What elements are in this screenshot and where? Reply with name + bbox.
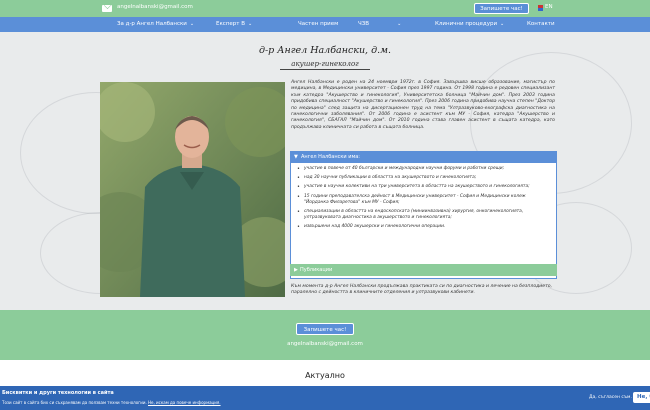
cookie-banner: Бисквитки и други технологии в сайта Тоз…: [0, 386, 650, 410]
nav-item-label: Клинични процедури: [435, 21, 498, 27]
doctor-photo: [100, 82, 285, 297]
list-item: участие в повече от 40 български и между…: [296, 166, 551, 172]
closing-note: Към момента д-р Ангел Налбански продължа…: [291, 284, 553, 296]
top-email-link[interactable]: angelnalbanski@gmail.com: [117, 4, 193, 10]
mail-icon: [102, 5, 112, 12]
nav-item-expert[interactable]: Експерт В ⌄: [216, 17, 252, 32]
cookie-title: Бисквитки и други технологии в сайта: [2, 390, 114, 396]
language-switch[interactable]: EN: [545, 4, 553, 10]
list-item: извършени над 4000 акушерски и гинеколог…: [296, 224, 551, 230]
achievements-list: участие в повече от 40 български и между…: [296, 166, 551, 234]
news-heading: Актуално: [305, 371, 345, 380]
list-item: над 30 научни публикации в областта на а…: [296, 175, 551, 181]
doctor-name: д-р Ангел Налбански, д.м.: [258, 45, 392, 56]
flag-icon[interactable]: [538, 5, 543, 11]
list-item: специализации в областта на ендоскопскат…: [296, 209, 551, 221]
cookie-agree-button[interactable]: Не, б: [633, 392, 650, 403]
nav-item-contacts[interactable]: Контакти: [527, 17, 555, 32]
chevron-right-icon: ▶: [294, 267, 298, 273]
book-appointment-button-secondary[interactable]: Запишете час!: [296, 323, 354, 335]
main-nav: За д-р Ангел Налбански ⌄ Експерт В ⌄ Часте…: [0, 17, 650, 32]
publications-accordion[interactable]: ▶ Публикации: [290, 264, 557, 276]
nav-item-label: За д-р Ангел Налбански: [117, 21, 187, 27]
heading-underline: [280, 69, 370, 70]
achievements-panel: ▼ Ангел Налбански има: участие в повече …: [290, 151, 557, 279]
book-appointment-button[interactable]: Запишете час!: [474, 3, 529, 14]
nav-item-procedures[interactable]: Клинични процедури ⌄: [435, 17, 504, 32]
nav-item-about[interactable]: За д-р Ангел Налбански ⌄: [117, 17, 194, 32]
chevron-down-icon: ⌄: [189, 21, 195, 27]
panel-title: Ангел Налбански има:: [301, 154, 360, 160]
cta-email-link[interactable]: angelnalbanski@gmail.com: [0, 341, 650, 347]
chevron-down-icon: ▼: [294, 154, 298, 160]
list-item: 15 години преподавателска дейност в Меди…: [296, 194, 551, 206]
chevron-down-icon: ⌄: [500, 21, 505, 27]
nav-item-label: Експерт В: [216, 21, 246, 27]
cookie-text: Този сайт в сайта бих си съхранявам да п…: [2, 400, 221, 405]
doctor-bio: Ангел Налбански е роден на 24 ноември 19…: [291, 80, 555, 130]
cookie-more-info-link[interactable]: Не, искам да повече информация.: [148, 400, 221, 405]
doctor-role: акушер-гинеколог: [291, 60, 359, 68]
list-item: участие в научни колективи на три универ…: [296, 184, 551, 190]
nav-item-faq[interactable]: ЧЗВ ⌄: [358, 17, 401, 32]
nav-item-label: Контакти: [527, 21, 555, 27]
chevron-down-icon: ⌄: [397, 21, 402, 27]
achievements-panel-header[interactable]: ▼ Ангел Налбански има:: [291, 152, 556, 163]
nav-item-label: ЧЗВ: [358, 21, 370, 27]
nav-item-label: Частен прием: [298, 21, 339, 27]
chevron-down-icon: ⌄: [248, 21, 253, 27]
cookie-agree-text: Да, съгласен съм.: [589, 395, 632, 400]
publications-label: Публикации: [300, 267, 333, 273]
nav-item-private[interactable]: Частен прием: [298, 17, 338, 32]
top-bar: angelnalbanski@gmail.com Запишете час! E…: [0, 0, 650, 17]
cookie-text-body: Този сайт в сайта бих си съхранявам да п…: [2, 400, 147, 405]
